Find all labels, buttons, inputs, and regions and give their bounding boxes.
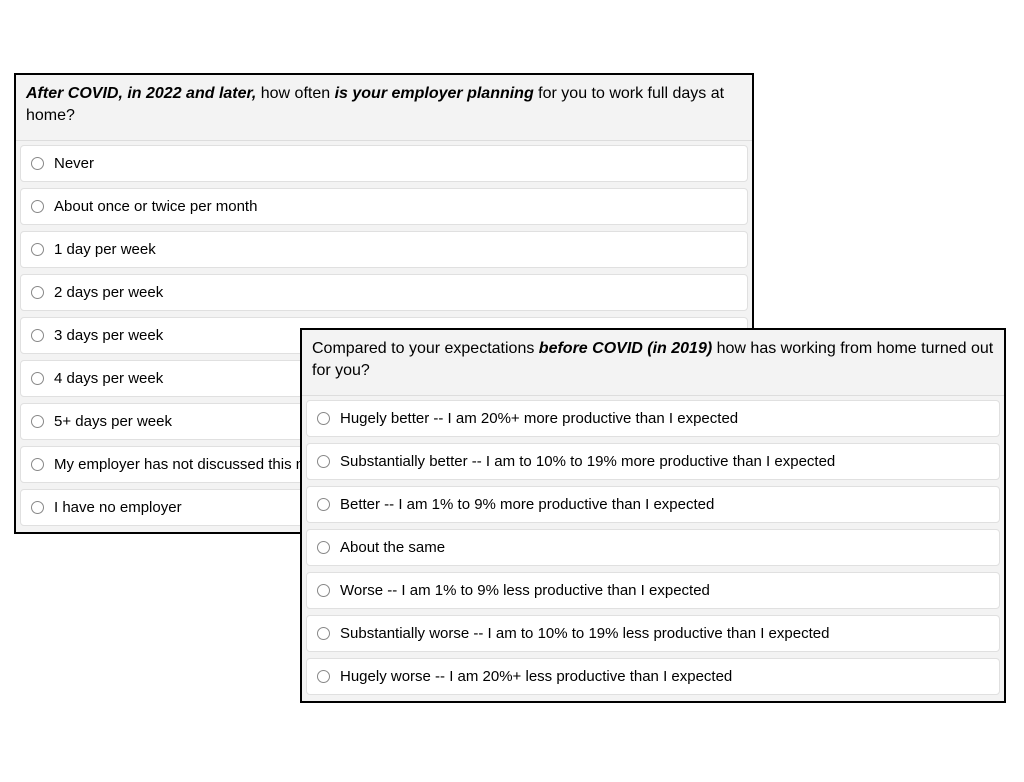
option-row[interactable]: About once or twice per month bbox=[20, 188, 748, 225]
option-row[interactable]: 2 days per week bbox=[20, 274, 748, 311]
option-row[interactable]: About the same bbox=[306, 529, 1000, 566]
option-row[interactable]: Worse -- I am 1% to 9% less productive t… bbox=[306, 572, 1000, 609]
option-label: Better -- I am 1% to 9% more productive … bbox=[340, 496, 714, 513]
question-text: After COVID, in 2022 and later, how ofte… bbox=[16, 75, 752, 141]
option-label: Worse -- I am 1% to 9% less productive t… bbox=[340, 582, 710, 599]
option-label: 3 days per week bbox=[54, 327, 163, 344]
radio-icon bbox=[31, 157, 44, 170]
option-row[interactable]: 1 day per week bbox=[20, 231, 748, 268]
radio-icon bbox=[317, 541, 330, 554]
option-label: 1 day per week bbox=[54, 241, 156, 258]
radio-icon bbox=[317, 412, 330, 425]
radio-icon bbox=[31, 415, 44, 428]
option-row[interactable]: Better -- I am 1% to 9% more productive … bbox=[306, 486, 1000, 523]
question-segment: before COVID (in 2019) bbox=[539, 340, 712, 357]
radio-icon bbox=[317, 498, 330, 511]
option-row[interactable]: Substantially better -- I am to 10% to 1… bbox=[306, 443, 1000, 480]
option-label: I have no employer bbox=[54, 499, 182, 516]
option-label: Hugely worse -- I am 20%+ less productiv… bbox=[340, 668, 732, 685]
radio-icon bbox=[31, 243, 44, 256]
option-label: 4 days per week bbox=[54, 370, 163, 387]
radio-icon bbox=[317, 584, 330, 597]
option-label: Never bbox=[54, 155, 94, 172]
option-label: Substantially better -- I am to 10% to 1… bbox=[340, 453, 835, 470]
radio-icon bbox=[317, 670, 330, 683]
radio-icon bbox=[31, 329, 44, 342]
question-segment: is your employer planning bbox=[335, 85, 534, 102]
question-segment: how often bbox=[256, 85, 334, 102]
option-label: About the same bbox=[340, 539, 445, 556]
radio-icon bbox=[31, 458, 44, 471]
radio-icon bbox=[31, 200, 44, 213]
survey-panel-wfh-expectations: Compared to your expectations before COV… bbox=[300, 328, 1006, 703]
option-list: Hugely better -- I am 20%+ more producti… bbox=[302, 396, 1004, 701]
option-label: 5+ days per week bbox=[54, 413, 172, 430]
question-segment: After COVID, in 2022 and later, bbox=[26, 85, 256, 102]
radio-icon bbox=[31, 501, 44, 514]
radio-icon bbox=[31, 286, 44, 299]
question-text: Compared to your expectations before COV… bbox=[302, 330, 1004, 396]
option-row[interactable]: Hugely worse -- I am 20%+ less productiv… bbox=[306, 658, 1000, 695]
radio-icon bbox=[317, 455, 330, 468]
option-label: Hugely better -- I am 20%+ more producti… bbox=[340, 410, 738, 427]
option-label: 2 days per week bbox=[54, 284, 163, 301]
option-label: Substantially worse -- I am to 10% to 19… bbox=[340, 625, 829, 642]
question-segment: Compared to your expectations bbox=[312, 340, 539, 357]
option-row[interactable]: Never bbox=[20, 145, 748, 182]
radio-icon bbox=[317, 627, 330, 640]
option-row[interactable]: Substantially worse -- I am to 10% to 19… bbox=[306, 615, 1000, 652]
radio-icon bbox=[31, 372, 44, 385]
option-row[interactable]: Hugely better -- I am 20%+ more producti… bbox=[306, 400, 1000, 437]
option-label: About once or twice per month bbox=[54, 198, 257, 215]
